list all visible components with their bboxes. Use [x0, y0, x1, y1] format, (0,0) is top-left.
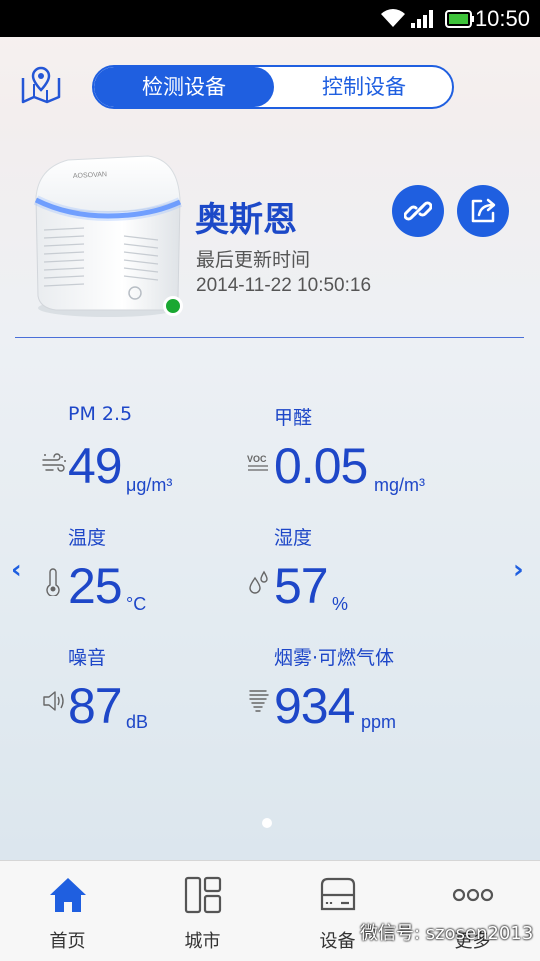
tab-monitor-devices[interactable]: 检测设备 [94, 67, 274, 107]
clock: 10:50 [474, 6, 530, 31]
share-button[interactable] [457, 185, 509, 237]
watermark-text: 微信号: szosen2013 [360, 923, 534, 944]
metric-label-pm25: PM 2.5 [68, 403, 133, 425]
battery-icon [445, 10, 474, 28]
wifi-icon [381, 9, 405, 27]
bottom-tab-bar: 首页 城市 设备 更多 [0, 860, 540, 961]
metric-value-pm25: 49 [68, 438, 123, 494]
device-image: AOSOVAN [33, 155, 183, 317]
device-name: 奥斯恩 [195, 200, 297, 240]
metric-unit-humidity: % [332, 594, 349, 614]
last-update-label: 最后更新时间 [196, 249, 311, 271]
wind-icon [42, 453, 66, 472]
metric-unit-noise: dB [126, 712, 149, 732]
tab-city-label: 城市 [184, 931, 221, 952]
metric-value-noise: 87 [68, 678, 123, 734]
speaker-icon [43, 691, 64, 711]
metric-unit-smoke: ppm [361, 712, 397, 732]
next-page-arrow[interactable]: › [513, 555, 524, 585]
svg-text:VOC: VOC [247, 454, 267, 464]
divider [15, 337, 524, 338]
status-bar: 10:50 [0, 0, 540, 37]
city-icon [184, 876, 222, 914]
tab-device[interactable]: 设备 [270, 861, 405, 961]
metric-unit-formaldehyde: mg/m³ [374, 475, 425, 495]
metric-label-temperature: 温度 [68, 527, 107, 549]
metric-value-humidity: 57 [274, 558, 329, 614]
droplet-icon [249, 570, 268, 594]
metric-value-formaldehyde: 0.05 [274, 438, 368, 494]
metric-unit-temperature: °C [126, 594, 147, 614]
prev-page-arrow[interactable]: ‹ [11, 555, 22, 585]
link-icon [404, 201, 432, 221]
tab-home-label: 首页 [49, 931, 86, 952]
metric-value-temperature: 25 [68, 558, 123, 614]
page-indicator-dot [262, 818, 272, 828]
tab-home[interactable]: 首页 [0, 861, 135, 961]
signal-icon [411, 10, 433, 28]
online-status-indicator [163, 296, 183, 316]
tab-more[interactable]: 更多 [405, 861, 540, 961]
share-icon [471, 198, 496, 223]
metric-label-humidity: 湿度 [274, 527, 313, 549]
metric-unit-pm25: μg/m³ [126, 475, 173, 495]
metric-label-formaldehyde: 甲醛 [274, 407, 313, 429]
metric-label-smoke: 烟雾·可燃气体 [274, 647, 395, 669]
home-icon [50, 878, 86, 912]
thermometer-icon [46, 568, 60, 596]
metric-value-smoke: 934 [274, 678, 355, 734]
map-location-icon[interactable] [20, 64, 62, 106]
metric-label-noise: 噪音 [68, 647, 107, 669]
tab-city[interactable]: 城市 [135, 861, 270, 961]
device-type-switch: 检测设备 控制设备 [92, 65, 454, 109]
device-icon [320, 877, 356, 911]
link-button[interactable] [392, 185, 444, 237]
tab-control-devices[interactable]: 控制设备 [274, 67, 452, 107]
smoke-icon [249, 690, 269, 712]
more-icon [452, 888, 494, 902]
last-update-time: 2014-11-22 10:50:16 [196, 275, 372, 296]
voc-icon: VOC [247, 454, 268, 471]
